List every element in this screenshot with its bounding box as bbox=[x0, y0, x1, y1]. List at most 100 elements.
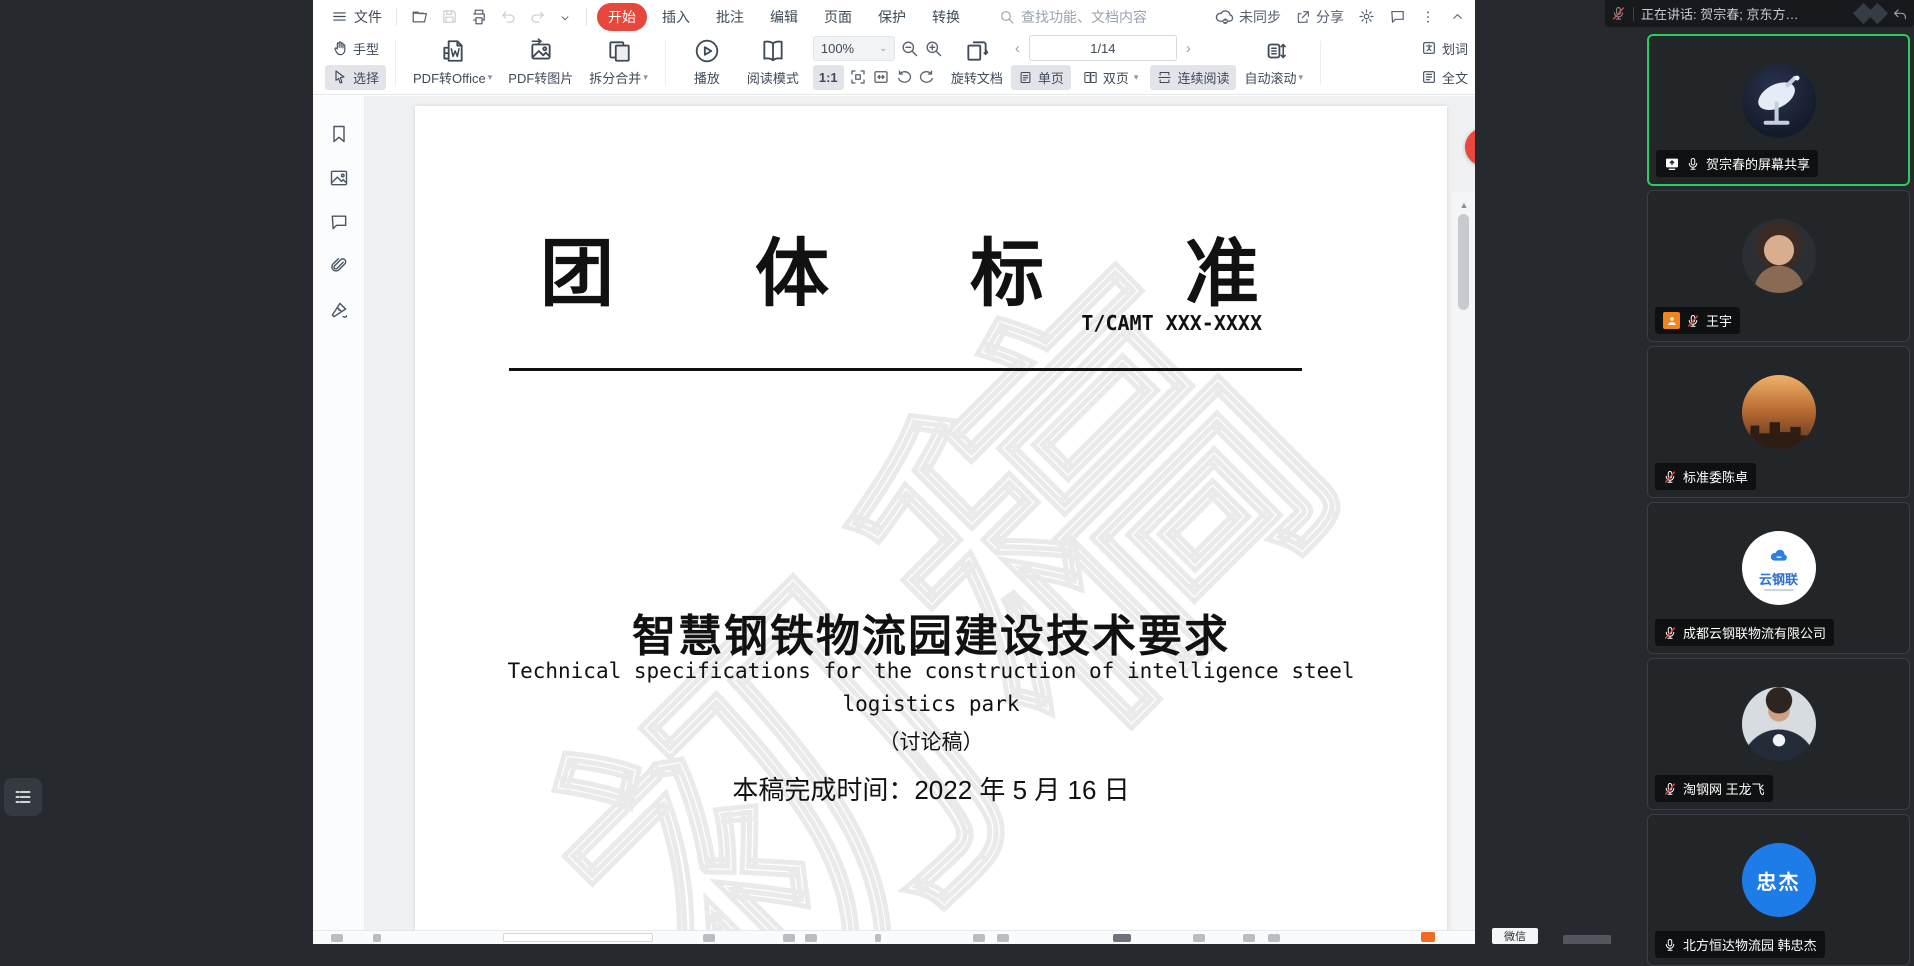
tab-edit[interactable]: 编辑 bbox=[759, 3, 809, 31]
tab-home[interactable]: 开始 bbox=[597, 3, 647, 31]
avatar bbox=[1742, 375, 1816, 449]
bottom-bar-input[interactable] bbox=[503, 933, 653, 942]
participant-tile[interactable]: 贺宗春的屏幕共享 bbox=[1647, 34, 1910, 186]
thumbnail-panel-toggle[interactable] bbox=[4, 778, 42, 816]
tab-insert[interactable]: 插入 bbox=[651, 3, 701, 31]
continuous-read-icon bbox=[1157, 70, 1172, 85]
draft-label: （讨论稿） bbox=[415, 726, 1447, 756]
full-translate-icon bbox=[1421, 69, 1437, 85]
pdf-to-office-label: PDF转Office bbox=[413, 68, 486, 87]
fit-page-button[interactable] bbox=[849, 68, 867, 86]
save-icon[interactable] bbox=[441, 8, 458, 26]
city-skyline-image bbox=[1742, 416, 1816, 449]
bottom-bar-icon bbox=[1193, 934, 1205, 942]
restore-view-arrow-icon[interactable] bbox=[1892, 6, 1908, 22]
tab-convert[interactable]: 转换 bbox=[921, 3, 971, 31]
comments-icon[interactable] bbox=[329, 212, 349, 232]
single-page-button[interactable]: 单页 bbox=[1011, 65, 1071, 90]
next-page-button[interactable]: › bbox=[1182, 40, 1195, 57]
play-button[interactable]: 播放 bbox=[675, 36, 739, 89]
read-mode-button[interactable]: 阅读模式 bbox=[739, 36, 807, 89]
bottom-bar-icon bbox=[373, 934, 381, 942]
page-indicator-input[interactable]: 1/14 bbox=[1029, 35, 1177, 61]
bookmarks-icon[interactable] bbox=[329, 124, 349, 144]
pdf-to-image-label: PDF转图片 bbox=[508, 68, 573, 87]
split-merge-button[interactable]: 拆分合并▾ bbox=[581, 36, 656, 89]
divider bbox=[665, 41, 666, 85]
open-file-icon[interactable] bbox=[411, 7, 429, 25]
attachment-icon[interactable] bbox=[329, 256, 349, 276]
file-menu-button[interactable]: 文件 bbox=[325, 5, 388, 29]
bottom-bar-icon bbox=[783, 934, 795, 942]
more-kebab-icon[interactable] bbox=[1420, 9, 1436, 25]
wps-pdf-window: 文件 开始 插入 批注 编辑 页面 保护 转换 查找功能、文档内容 未同步 分享 bbox=[313, 0, 1475, 944]
avatar bbox=[1742, 219, 1816, 293]
participant-name: 贺宗春的屏幕共享 bbox=[1706, 154, 1810, 173]
actual-size-button[interactable]: 1:1 bbox=[813, 65, 844, 90]
wechat-taskbar-item[interactable]: 微信 bbox=[1492, 928, 1538, 944]
rotate-document-button[interactable]: 旋转文档 bbox=[943, 36, 1011, 89]
auto-scroll-icon bbox=[1261, 38, 1287, 64]
participant-tile[interactable]: 标准委陈卓 bbox=[1647, 346, 1910, 498]
logo-underline bbox=[1764, 589, 1794, 591]
dropdown-caret-icon: ▾ bbox=[643, 72, 648, 83]
share-button[interactable]: 分享 bbox=[1295, 7, 1344, 27]
zoom-in-button[interactable] bbox=[924, 39, 943, 58]
redo-icon[interactable] bbox=[529, 8, 546, 26]
feedback-comment-icon[interactable] bbox=[1389, 8, 1406, 25]
full-translate-button[interactable]: 全文 bbox=[1414, 65, 1475, 90]
scrollbar-track[interactable]: ▲ ▼ bbox=[1453, 192, 1475, 930]
mic-muted-icon bbox=[1663, 626, 1677, 640]
hamburger-icon bbox=[331, 8, 348, 25]
standard-header: 团 体 标 准 bbox=[415, 214, 1447, 321]
zoom-out-button[interactable] bbox=[900, 39, 919, 58]
tab-comment[interactable]: 批注 bbox=[705, 3, 755, 31]
translate-floating-badge[interactable]: E bbox=[1465, 128, 1475, 166]
word-translate-button[interactable]: 划词 bbox=[1414, 36, 1475, 61]
rotate-document-label: 旋转文档 bbox=[951, 68, 1003, 87]
bottom-bar-icon bbox=[997, 934, 1009, 942]
ribbon-toolbar: 手型 选择 PDF转Office▾ PDF转图片 拆分合并▾ 播放 阅 bbox=[313, 33, 1475, 95]
taskbar-fragment bbox=[1563, 935, 1611, 944]
double-page-button[interactable]: 双页 ▾ bbox=[1076, 65, 1146, 90]
collapse-ribbon-icon[interactable] bbox=[1450, 9, 1465, 24]
search-input[interactable]: 查找功能、文档内容 bbox=[999, 7, 1189, 27]
cloud-sync-button[interactable]: 未同步 bbox=[1215, 7, 1281, 27]
images-icon[interactable] bbox=[329, 168, 349, 188]
customize-toolbar-icon[interactable] bbox=[558, 8, 572, 24]
previous-page-button[interactable]: ‹ bbox=[1011, 40, 1024, 57]
scroll-up-arrow[interactable]: ▲ bbox=[1460, 200, 1469, 210]
auto-scroll-button[interactable]: 自动滚动▾ bbox=[1236, 36, 1311, 89]
fit-width-button[interactable] bbox=[872, 68, 890, 86]
dropdown-caret-icon: ▾ bbox=[1298, 72, 1303, 83]
rotate-right-button[interactable] bbox=[918, 68, 936, 86]
double-page-label: 双页 bbox=[1103, 68, 1129, 87]
word-translate-label: 划词 bbox=[1442, 39, 1468, 58]
scrollbar-thumb[interactable] bbox=[1458, 214, 1469, 310]
hand-tool-button[interactable]: 手型 bbox=[325, 36, 386, 61]
participant-tile[interactable]: 淘钢网 王龙飞 bbox=[1647, 658, 1910, 810]
rotate-left-button[interactable] bbox=[895, 68, 913, 86]
bottom-bar-icon bbox=[1243, 934, 1255, 942]
signature-icon[interactable] bbox=[329, 300, 349, 320]
participant-tile[interactable]: 云钢联 成都云钢联物流有限公司 bbox=[1647, 502, 1910, 654]
zoom-select[interactable]: 100% ⌄ bbox=[813, 36, 895, 61]
select-tool-button[interactable]: 选择 bbox=[325, 65, 386, 90]
print-icon[interactable] bbox=[470, 7, 488, 25]
participant-tile[interactable]: 忠杰 北方恒达物流园 韩忠杰 bbox=[1647, 814, 1910, 966]
cursor-icon bbox=[332, 69, 348, 85]
participant-tile[interactable]: 王宇 bbox=[1647, 190, 1910, 342]
radio-telescope-image bbox=[1750, 72, 1808, 130]
actual-size-label: 1:1 bbox=[819, 70, 838, 85]
tab-page[interactable]: 页面 bbox=[813, 3, 863, 31]
continuous-read-button[interactable]: 连续阅读 bbox=[1150, 65, 1236, 90]
tab-protect[interactable]: 保护 bbox=[867, 3, 917, 31]
cloud-sync-icon bbox=[1215, 7, 1234, 26]
settings-gear-icon[interactable] bbox=[1358, 8, 1375, 25]
pdf-to-office-button[interactable]: PDF转Office▾ bbox=[405, 36, 500, 89]
bottom-bar-icon bbox=[875, 934, 881, 942]
undo-icon[interactable] bbox=[500, 8, 517, 26]
bottom-bar-icon bbox=[1113, 934, 1131, 942]
pdf-to-image-button[interactable]: PDF转图片 bbox=[500, 36, 581, 89]
mic-muted-icon bbox=[1663, 782, 1677, 796]
